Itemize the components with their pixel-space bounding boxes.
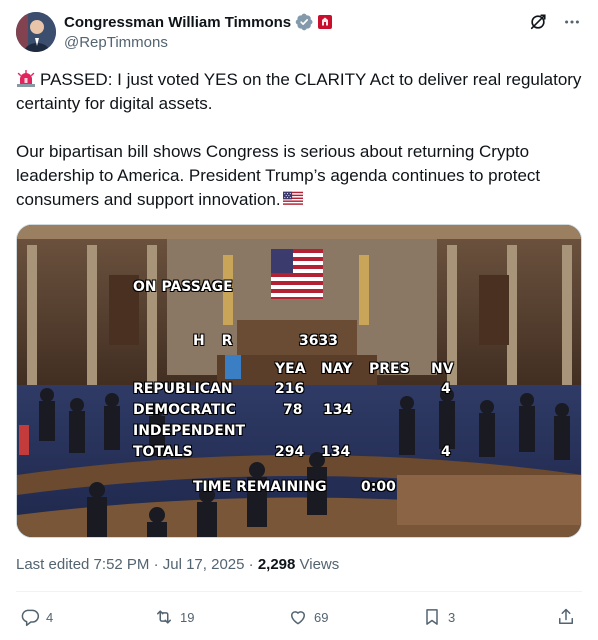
- overlay-row-party: INDEPENDENT: [133, 423, 246, 439]
- author-name[interactable]: Congressman William Timmons: [64, 14, 291, 31]
- overlay-row-nv: 4: [441, 381, 451, 397]
- top-actions: [528, 12, 582, 32]
- vote-tally-overlay: ON PASSAGE H R 3633 YEA NAY PRES NV REPU…: [17, 225, 581, 537]
- heart-icon: [291, 611, 305, 625]
- verified-badge-icon[interactable]: [295, 13, 313, 31]
- overlay-bill-number: 3633: [299, 333, 338, 349]
- overlay-row-yea: 216: [275, 381, 305, 397]
- us-flag-emoji-icon: [282, 191, 303, 207]
- siren-emoji-icon: [17, 70, 35, 87]
- reply-icon: [21, 609, 40, 627]
- overlay-time-label: TIME REMAINING: [193, 479, 327, 495]
- views-label: Views: [295, 556, 340, 573]
- author-handle[interactable]: @RepTimmons: [64, 33, 504, 53]
- avatar[interactable]: [16, 12, 56, 52]
- author-block: Congressman William Timmons @RepTimmons: [64, 12, 504, 53]
- overlay-col-yea: YEA: [275, 361, 306, 377]
- tweet-meta: Last edited 7:52 PM · Jul 17, 2025 · 2,2…: [16, 556, 339, 573]
- reply-count: 4: [46, 609, 54, 625]
- avatar-image: [16, 12, 56, 52]
- like-count: 69: [314, 609, 329, 625]
- bookmark-button[interactable]: 3: [422, 602, 455, 632]
- more-options-icon[interactable]: [562, 12, 582, 32]
- tweet-paragraph-2-text: Our bipartisan bill shows Congress is se…: [16, 142, 541, 209]
- overlay-col-nay: NAY: [321, 361, 353, 377]
- edited-timestamp[interactable]: Last edited 7:52 PM · Jul 17, 2025 ·: [16, 556, 258, 573]
- overlay-row-party: DEMOCRATIC: [133, 402, 236, 418]
- name-row: Congressman William Timmons: [64, 12, 504, 32]
- overlay-row-nay: 134: [323, 402, 353, 418]
- overlay-row-nay: 134: [321, 444, 351, 460]
- house-seal-icon[interactable]: [317, 14, 333, 30]
- reply-button[interactable]: 4: [20, 602, 53, 632]
- overlay-bill-label: H R: [193, 333, 239, 349]
- bookmark-count: 3: [448, 609, 456, 625]
- media-image[interactable]: ON PASSAGE H R 3633 YEA NAY PRES NV REPU…: [16, 224, 582, 538]
- grok-icon[interactable]: [528, 12, 548, 32]
- views-count: 2,298: [257, 556, 296, 573]
- repost-button[interactable]: 19: [154, 602, 194, 632]
- overlay-time-value: 0:00: [361, 479, 396, 495]
- bookmark-icon: [426, 609, 438, 625]
- overlay-row-yea: 78: [283, 402, 303, 418]
- repost-icon: [157, 610, 171, 624]
- repost-count: 19: [180, 609, 195, 625]
- overlay-row-yea: 294: [275, 444, 305, 460]
- tweet-paragraph-1: PASSED: I just voted YES on the CLARITY …: [16, 68, 582, 116]
- share-button[interactable]: [556, 602, 576, 632]
- overlay-row-nv: 4: [441, 444, 451, 460]
- action-bar: 4 19 69 3: [16, 602, 582, 632]
- tweet-paragraph-1-text: PASSED: I just voted YES on the CLARITY …: [16, 70, 582, 113]
- overlay-row-party: TOTALS: [133, 444, 193, 460]
- tweet-text: PASSED: I just voted YES on the CLARITY …: [16, 68, 582, 212]
- overlay-row-party: REPUBLICAN: [133, 381, 233, 397]
- overlay-heading: ON PASSAGE: [133, 279, 233, 295]
- overlay-col-nv: NV: [431, 361, 454, 377]
- like-button[interactable]: 69: [288, 602, 328, 632]
- tweet: Congressman William Timmons @RepTimmons: [0, 0, 598, 640]
- tweet-paragraph-2: Our bipartisan bill shows Congress is se…: [16, 140, 582, 212]
- overlay-col-pres: PRES: [369, 361, 410, 377]
- share-icon: [559, 608, 573, 624]
- divider: [16, 591, 582, 592]
